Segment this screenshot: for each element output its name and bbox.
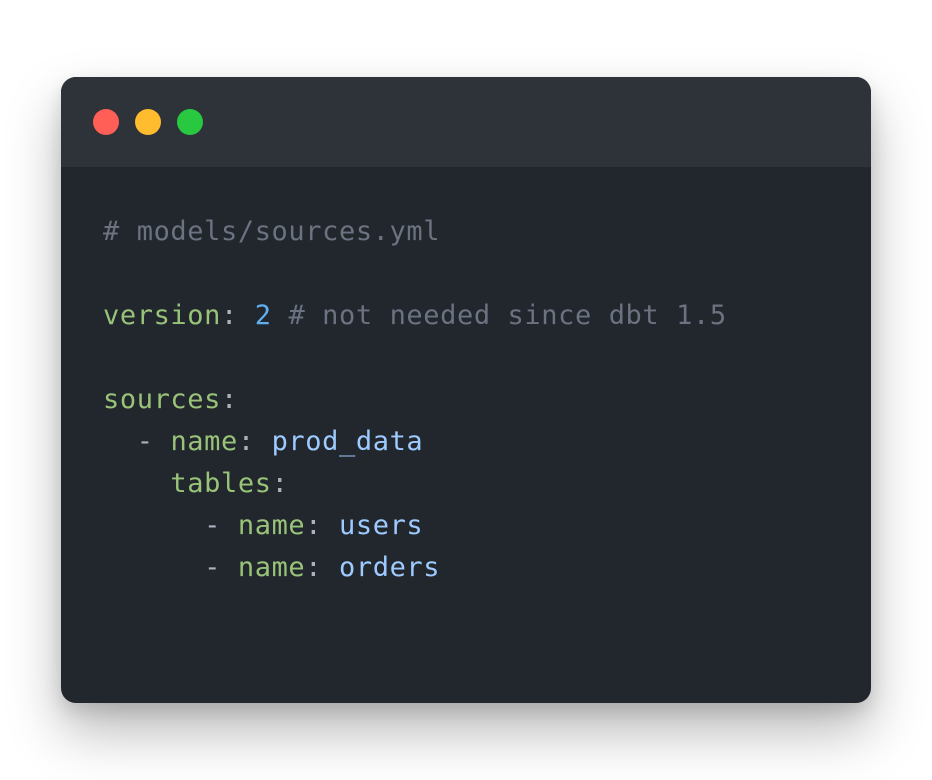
- code-line-2-blank: [103, 253, 727, 295]
- code-line-8: - name: users: [103, 505, 727, 547]
- yaml-key: name: [237, 552, 306, 583]
- yaml-string-value: prod_data: [271, 426, 424, 457]
- yaml-colon: :: [221, 384, 238, 415]
- code-comment: # models/sources.yml: [103, 216, 441, 247]
- yaml-key: tables: [170, 468, 272, 499]
- yaml-colon: :: [305, 510, 323, 541]
- yaml-list-dash: -: [204, 552, 221, 583]
- close-window-button[interactable]: [93, 109, 119, 135]
- yaml-colon: :: [221, 300, 238, 331]
- yaml-number-value: 2: [254, 300, 272, 331]
- yaml-key: version: [103, 300, 221, 331]
- code-block: # models/sources.yml version: 2 # not ne…: [103, 211, 727, 589]
- yaml-list-dash: -: [136, 426, 154, 457]
- code-line-7: tables:: [103, 463, 727, 505]
- yaml-colon: :: [305, 552, 323, 583]
- yaml-key: name: [170, 426, 238, 457]
- code-line-5: sources:: [103, 379, 727, 421]
- yaml-colon: :: [237, 426, 255, 457]
- maximize-window-button[interactable]: [177, 109, 203, 135]
- code-line-4-blank: [103, 337, 727, 379]
- code-line-6: - name: prod_data: [103, 421, 727, 463]
- code-window: # models/sources.yml version: 2 # not ne…: [61, 77, 871, 703]
- code-line-3: version: 2 # not needed since dbt 1.5: [103, 295, 727, 337]
- yaml-colon: :: [271, 468, 289, 499]
- yaml-key: sources: [103, 384, 221, 415]
- yaml-list-dash: -: [204, 510, 221, 541]
- yaml-string-value: users: [339, 510, 424, 541]
- yaml-string-value: orders: [339, 552, 441, 583]
- yaml-key: name: [237, 510, 306, 541]
- code-comment: # not needed since dbt 1.5: [288, 300, 727, 331]
- code-line-9: - name: orders: [103, 547, 727, 589]
- minimize-window-button[interactable]: [135, 109, 161, 135]
- code-line-1: # models/sources.yml: [103, 211, 727, 253]
- window-titlebar: [61, 77, 871, 167]
